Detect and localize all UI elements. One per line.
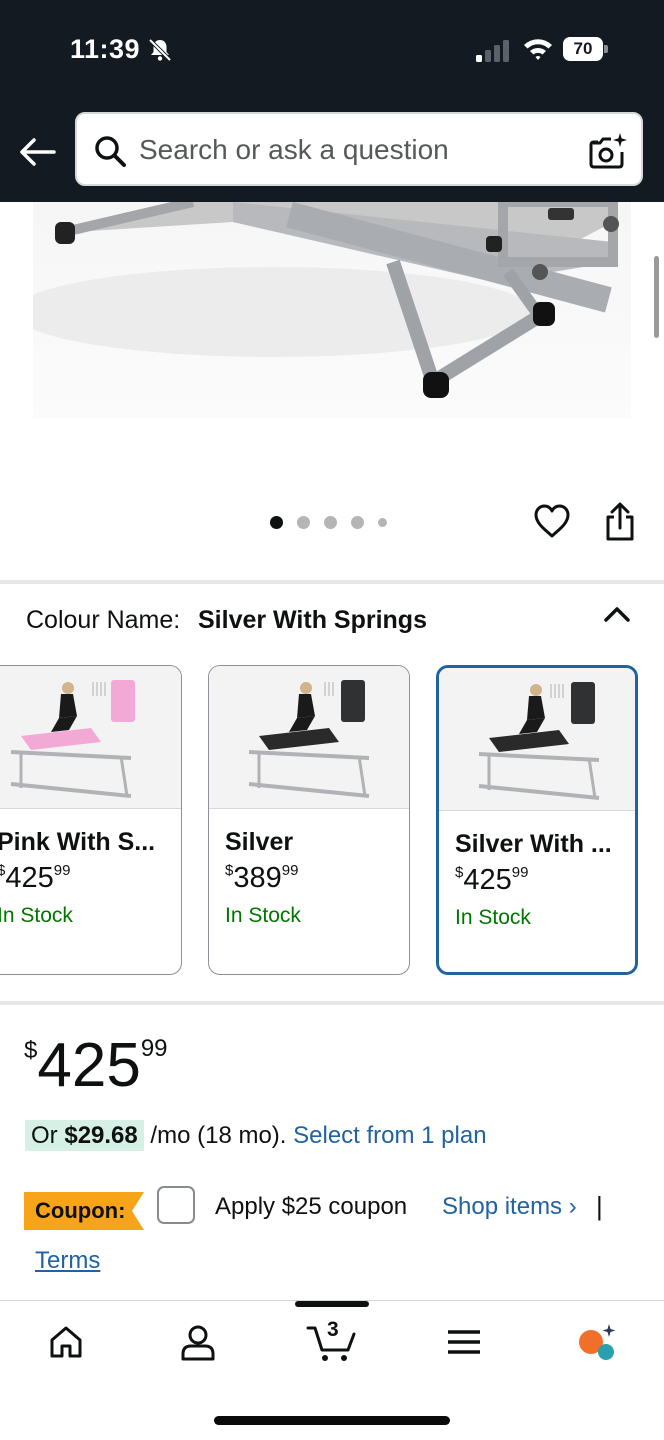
- financing-terms: /mo (18 mo).: [150, 1122, 287, 1149]
- menu-icon[interactable]: [444, 1322, 484, 1362]
- coupon-label: Coupon:: [35, 1198, 126, 1223]
- product-price: $42599: [24, 1031, 168, 1100]
- share-icon[interactable]: [603, 502, 637, 542]
- colour-option-stock: In Stock: [225, 904, 301, 927]
- pagination-dot[interactable]: [270, 515, 283, 529]
- account-icon[interactable]: [178, 1322, 218, 1362]
- link-separator: |: [596, 1191, 603, 1221]
- colour-option-stock: In Stock: [455, 906, 531, 929]
- terms-link[interactable]: Terms: [35, 1247, 100, 1275]
- heart-icon[interactable]: [533, 503, 571, 539]
- colour-option-image: [439, 668, 635, 811]
- coupon-checkbox[interactable]: [157, 1186, 195, 1224]
- colour-option-name: Silver: [225, 828, 294, 856]
- apply-coupon-text: Apply $25 coupon: [215, 1193, 408, 1220]
- colour-option-price: $42599: [0, 862, 71, 894]
- pagination-dot[interactable]: [378, 517, 387, 527]
- search-icon: [95, 136, 126, 167]
- financing-offer: Or $29.68 /mo (18 mo). Select from 1 pla…: [25, 1120, 487, 1151]
- colour-option-name: Silver With ...: [455, 830, 612, 858]
- status-time: 11:39: [70, 34, 141, 64]
- colour-option-image: [0, 666, 181, 809]
- section-divider: [0, 1001, 664, 1005]
- back-arrow-icon[interactable]: [18, 132, 58, 172]
- search-input[interactable]: [139, 130, 559, 170]
- pagination-dot[interactable]: [297, 515, 310, 529]
- cellular-signal-icon: [476, 40, 509, 62]
- colour-label: Colour Name:: [26, 606, 181, 634]
- colour-selected-value: Silver With Springs: [198, 606, 427, 634]
- product-image[interactable]: [33, 202, 631, 418]
- home-icon[interactable]: [46, 1322, 86, 1362]
- colour-option-image: [209, 666, 409, 809]
- colour-option-pink[interactable]: Pink With S... $42599 In Stock: [0, 665, 182, 975]
- chevron-up-icon[interactable]: [602, 602, 632, 626]
- select-plan-link[interactable]: Select from 1 plan: [293, 1122, 486, 1149]
- active-tab-indicator: [295, 1301, 369, 1307]
- pagination-dot[interactable]: [351, 515, 364, 529]
- colour-option-name: Pink With S...: [0, 828, 156, 856]
- rufus-ai-icon[interactable]: [576, 1322, 616, 1362]
- app-header: 11:39 70: [0, 0, 664, 202]
- colour-option-stock: In Stock: [0, 904, 73, 927]
- image-pagination-dots[interactable]: [270, 514, 387, 530]
- battery-icon: 70: [563, 37, 609, 61]
- colour-option-silver-with-springs[interactable]: Silver With ... $42599 In Stock: [436, 665, 638, 975]
- colour-option-price: $42599: [455, 864, 529, 896]
- shop-items-link[interactable]: Shop items ›: [442, 1193, 577, 1221]
- colour-option-price: $38999: [225, 862, 299, 894]
- scrollbar[interactable]: [654, 256, 659, 338]
- section-divider: [0, 580, 664, 584]
- wifi-icon: [524, 39, 552, 60]
- camera-lens-icon[interactable]: [587, 130, 629, 172]
- home-indicator[interactable]: [214, 1416, 450, 1425]
- cart-count: 3: [327, 1318, 339, 1341]
- colour-option-silver[interactable]: Silver $38999 In Stock: [208, 665, 410, 975]
- pagination-dot[interactable]: [324, 515, 337, 529]
- search-bar[interactable]: [75, 112, 643, 186]
- financing-highlight: Or $29.68: [25, 1120, 144, 1151]
- battery-level: 70: [563, 37, 603, 61]
- bell-slash-icon: [148, 38, 172, 62]
- reformer-machine-illustration: [33, 202, 619, 398]
